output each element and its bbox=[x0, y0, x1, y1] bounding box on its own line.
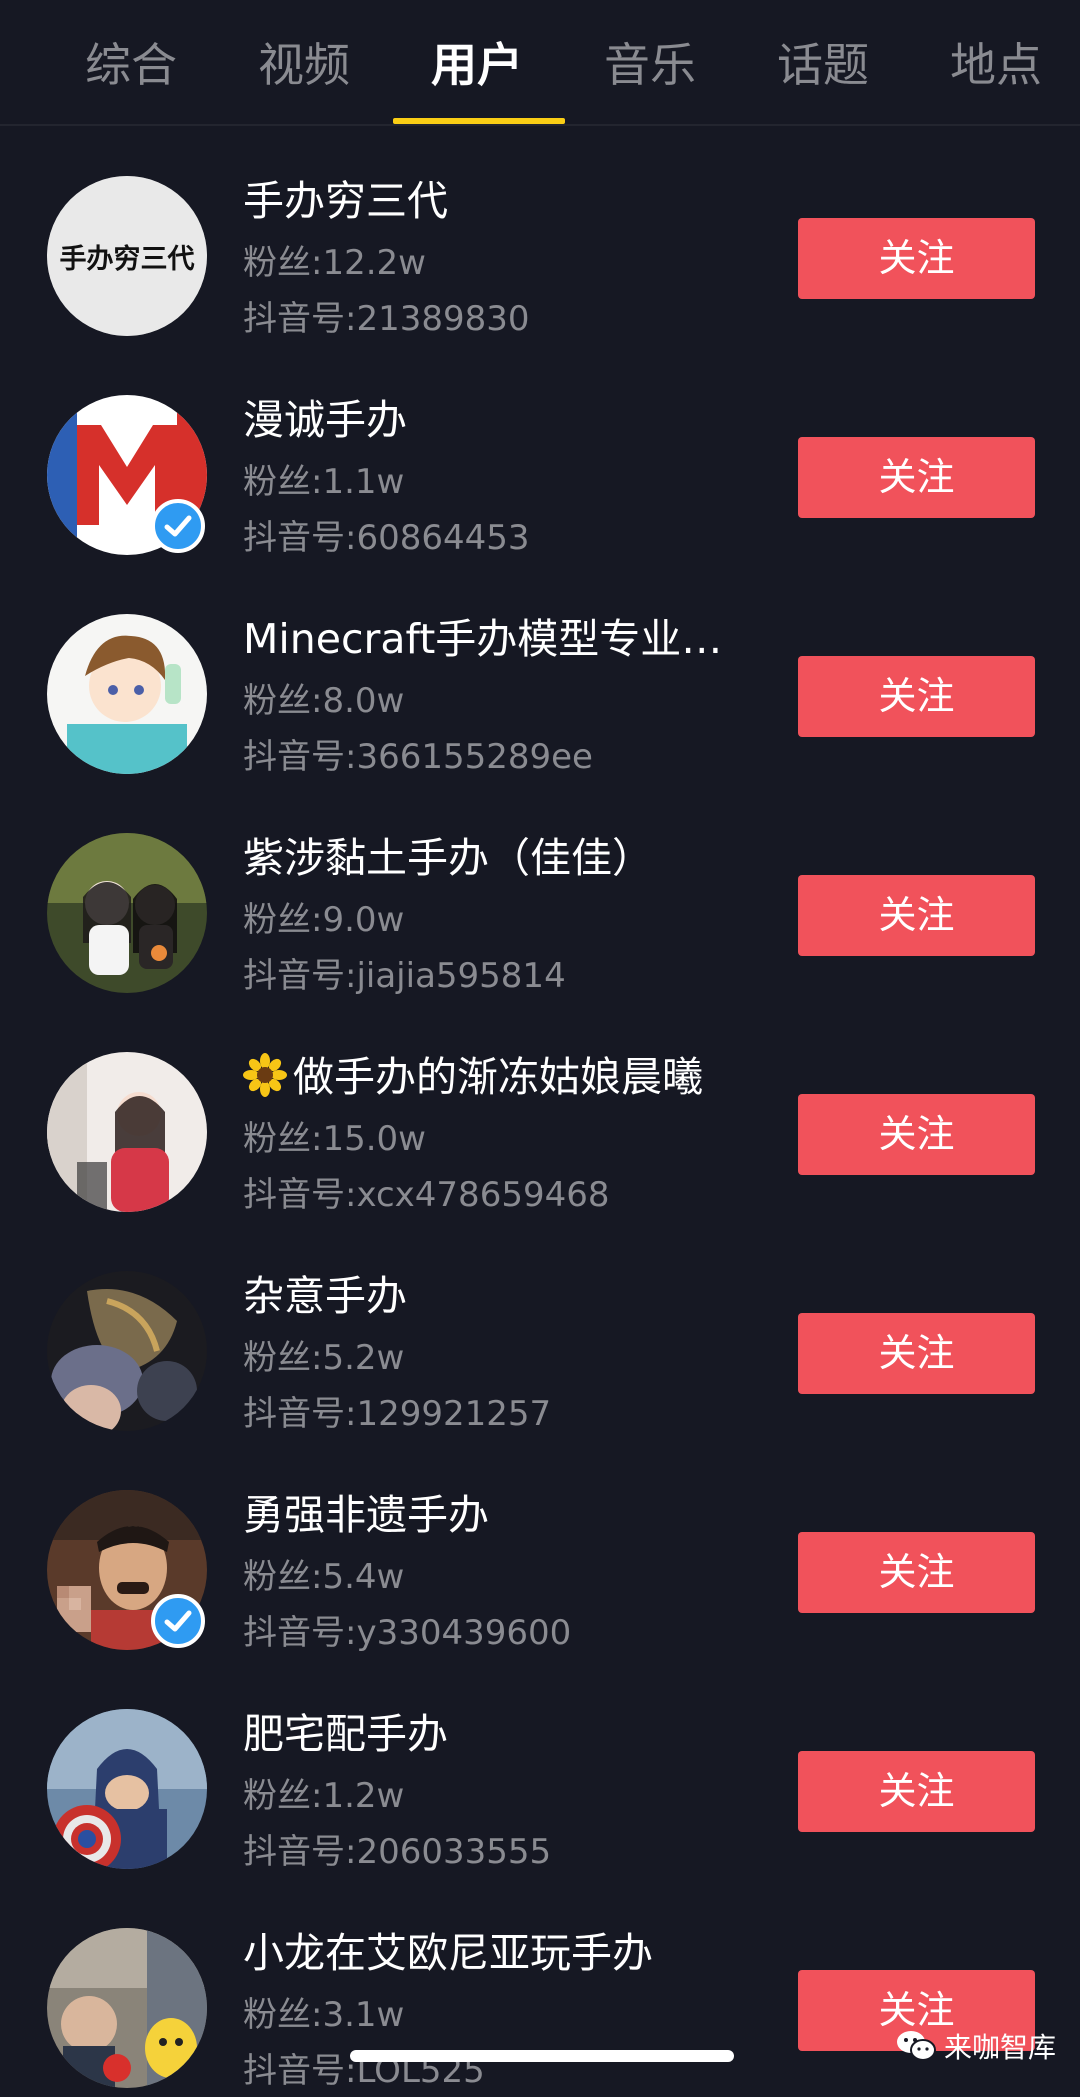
user-name[interactable]: 肥宅配手办 bbox=[243, 1707, 763, 1761]
verified-badge-icon bbox=[151, 499, 205, 553]
follower-count: 粉丝:3.1w bbox=[243, 1995, 405, 2035]
follow-button[interactable]: 关注 bbox=[798, 656, 1035, 737]
avatar[interactable]: 手办穷三代 bbox=[47, 176, 207, 336]
avatar[interactable] bbox=[47, 1271, 207, 1431]
avatar[interactable] bbox=[47, 614, 207, 774]
user-name-text: 做手办的渐冻姑娘晨曦 bbox=[293, 1053, 703, 1101]
follower-count: 粉丝:8.0w bbox=[243, 681, 405, 721]
avatar-text: M bbox=[123, 527, 132, 538]
user-name[interactable]: Minecraft手办模型专业… bbox=[243, 612, 763, 666]
follow-button[interactable]: 关注 bbox=[798, 218, 1035, 299]
tab-music[interactable]: 音乐 bbox=[564, 30, 736, 100]
follower-count: 粉丝:9.0w bbox=[243, 900, 405, 940]
avatar-text: 手办穷三代 bbox=[60, 243, 195, 275]
list-item[interactable]: 手办穷三代 手办穷三代 粉丝:12.2w 抖音号:21389830 关注 bbox=[0, 126, 1080, 345]
list-item[interactable]: 紫涉黏土手办（佳佳） 粉丝:9.0w 抖音号:jiajia595814 关注 bbox=[0, 783, 1080, 1002]
douyin-id: 抖音号:60864453 bbox=[243, 518, 530, 558]
follower-count: 粉丝:1.2w bbox=[243, 1776, 405, 1816]
follow-button[interactable]: 关注 bbox=[798, 1751, 1035, 1832]
user-name[interactable]: 勇强非遗手办 bbox=[243, 1488, 763, 1542]
tab-videos[interactable]: 视频 bbox=[218, 30, 390, 100]
list-item[interactable]: 勇强非遗手办 粉丝:5.4w 抖音号:y330439600 关注 bbox=[0, 1440, 1080, 1659]
search-tab-bar: 综合 视频 用户 音乐 话题 地点 bbox=[0, 0, 1080, 126]
follower-count: 粉丝:12.2w bbox=[243, 243, 426, 283]
follow-button[interactable]: 关注 bbox=[798, 1094, 1035, 1175]
douyin-id: 抖音号:206033555 bbox=[243, 1832, 552, 1872]
user-name[interactable]: 小龙在艾欧尼亚玩手办 bbox=[243, 1926, 763, 1980]
list-item[interactable]: 杂意手办 粉丝:5.2w 抖音号:129921257 关注 bbox=[0, 1221, 1080, 1440]
list-item[interactable]: M 漫诚手办 粉丝:1.1w 抖音号:60864453 关注 bbox=[0, 345, 1080, 564]
tab-places[interactable]: 地点 bbox=[910, 30, 1080, 100]
tab-topics[interactable]: 话题 bbox=[737, 30, 909, 100]
avatar[interactable] bbox=[47, 1052, 207, 1212]
watermark: 来咖智库 bbox=[896, 2024, 1056, 2068]
follow-button[interactable]: 关注 bbox=[798, 1532, 1035, 1613]
follow-button[interactable]: 关注 bbox=[798, 875, 1035, 956]
user-name[interactable]: 漫诚手办 bbox=[243, 393, 763, 447]
follow-button[interactable]: 关注 bbox=[798, 437, 1035, 518]
avatar[interactable] bbox=[47, 833, 207, 993]
user-name[interactable]: 杂意手办 bbox=[243, 1269, 763, 1323]
watermark-text: 来咖智库 bbox=[944, 2031, 1057, 2064]
wechat-icon bbox=[897, 2031, 936, 2061]
douyin-id: 抖音号:xcx478659468 bbox=[243, 1175, 610, 1215]
tab-users[interactable]: 用户 bbox=[391, 30, 563, 100]
user-name[interactable]: 手办穷三代 bbox=[243, 174, 763, 228]
active-tab-indicator bbox=[393, 118, 565, 124]
list-item[interactable]: 做手办的渐冻姑娘晨曦 粉丝:15.0w 抖音号:xcx478659468 关注 bbox=[0, 1002, 1080, 1221]
douyin-id: 抖音号:jiajia595814 bbox=[243, 956, 566, 996]
sunflower-icon bbox=[243, 1053, 287, 1097]
list-item[interactable]: Minecraft手办模型专业… 粉丝:8.0w 抖音号:366155289ee… bbox=[0, 564, 1080, 783]
list-item[interactable]: 肥宅配手办 粉丝:1.2w 抖音号:206033555 关注 bbox=[0, 1659, 1080, 1878]
follow-button[interactable]: 关注 bbox=[798, 1313, 1035, 1394]
douyin-id: 抖音号:366155289ee bbox=[243, 737, 593, 777]
douyin-id: 抖音号:21389830 bbox=[243, 299, 530, 339]
follower-count: 粉丝:5.2w bbox=[243, 1338, 405, 1378]
home-indicator[interactable] bbox=[350, 2050, 734, 2062]
user-name[interactable]: 紫涉黏土手办（佳佳） bbox=[243, 831, 763, 885]
verified-badge-icon bbox=[151, 1594, 205, 1648]
user-name[interactable]: 做手办的渐冻姑娘晨曦 bbox=[243, 1050, 763, 1104]
douyin-id: 抖音号:y330439600 bbox=[243, 1613, 572, 1653]
follower-count: 粉丝:15.0w bbox=[243, 1119, 426, 1159]
douyin-id: 抖音号:129921257 bbox=[243, 1394, 552, 1434]
follower-count: 粉丝:1.1w bbox=[243, 462, 405, 502]
tab-comprehensive[interactable]: 综合 bbox=[45, 30, 217, 100]
follower-count: 粉丝:5.4w bbox=[243, 1557, 405, 1597]
avatar[interactable] bbox=[47, 1709, 207, 1869]
avatar[interactable] bbox=[47, 1928, 207, 2088]
